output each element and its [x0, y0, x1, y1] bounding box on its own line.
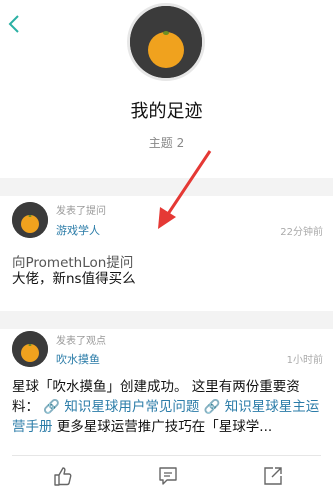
orange-fruit-image	[130, 6, 202, 78]
question-text: 大佬，新ns值得买么	[12, 271, 136, 287]
share-button[interactable]	[262, 465, 284, 487]
back-button[interactable]	[6, 12, 22, 36]
share-icon	[264, 467, 282, 485]
post-time: 22分钟前	[280, 227, 323, 238]
post-action-bar	[0, 455, 333, 500]
comment-button[interactable]	[157, 465, 179, 487]
like-icon	[54, 467, 72, 486]
post-body-text-more: 更多星球运营推广技巧在「星球学...	[52, 419, 273, 435]
author-avatar[interactable]	[12, 202, 48, 238]
page-title: 我的足迹	[130, 101, 203, 122]
author-name[interactable]: 吹水摸鱼	[56, 351, 100, 367]
faq-link[interactable]: 🔗 知识星球用户常见问题	[43, 399, 199, 415]
post-body: 星球「吹水摸鱼」创建成功。 这里有两份重要资料： 🔗 知识星球用户常见问题 🔗 …	[12, 377, 324, 437]
chevron-left-icon	[8, 15, 19, 33]
post-card[interactable]: 发表了观点 吹水摸鱼 1小时前 星球「吹水摸鱼」创建成功。 这里有两份重要资料：…	[0, 329, 333, 455]
profile-avatar[interactable]	[127, 3, 205, 81]
like-button[interactable]	[52, 465, 74, 487]
post-time: 1小时前	[286, 355, 323, 366]
annotation-arrow-icon	[158, 150, 212, 229]
author-avatar[interactable]	[12, 331, 48, 367]
post-action: 发表了提问	[56, 206, 106, 217]
author-name[interactable]: 游戏学人	[56, 222, 100, 238]
comment-icon	[159, 467, 177, 485]
section-gap	[0, 311, 333, 329]
question-target: 向PromethLon提问	[12, 255, 134, 271]
post-action: 发表了观点	[56, 336, 106, 347]
